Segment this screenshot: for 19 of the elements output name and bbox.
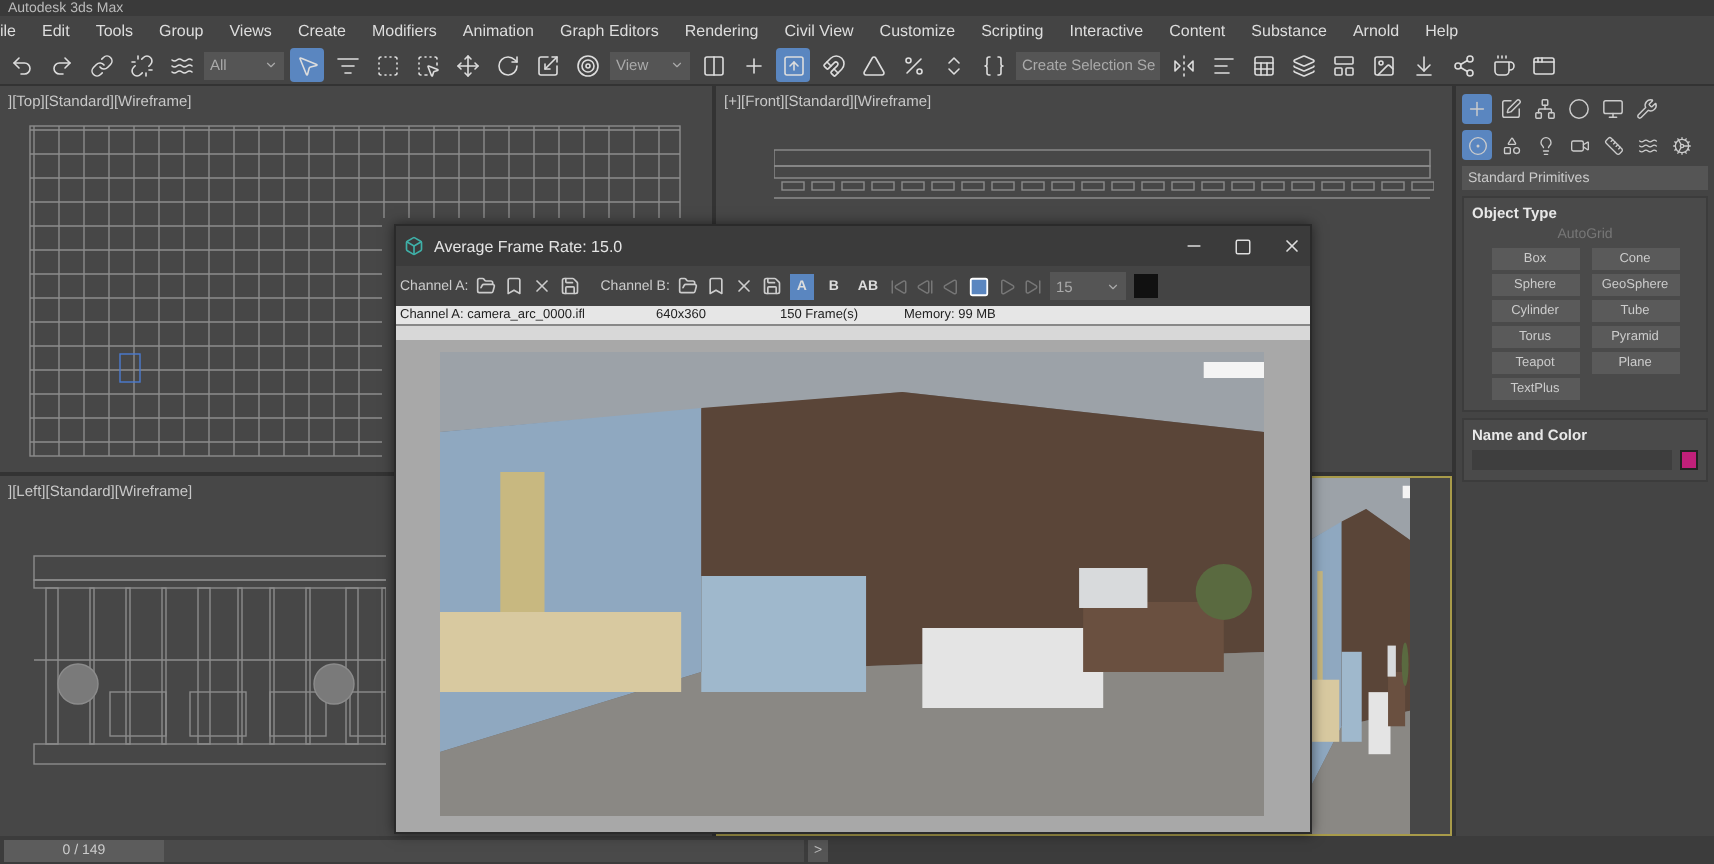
menu-item[interactable]: Tools bbox=[95, 22, 133, 40]
menu-item[interactable]: Edit bbox=[42, 22, 70, 40]
menu-item[interactable]: Content bbox=[1169, 22, 1226, 40]
menu-item[interactable]: Graph Editors bbox=[559, 22, 659, 40]
menu-item[interactable]: Customize bbox=[879, 22, 956, 40]
menu-item[interactable]: Interactive bbox=[1069, 22, 1144, 40]
menu-item[interactable]: Scripting bbox=[981, 22, 1044, 40]
menu-item[interactable]: Civil View bbox=[784, 22, 854, 40]
menu-item[interactable]: Group bbox=[159, 22, 204, 40]
menu-item[interactable]: Create bbox=[297, 22, 346, 40]
menu-item[interactable]: ile bbox=[0, 22, 17, 40]
menu-item[interactable]: Substance bbox=[1251, 22, 1327, 40]
window-title: Average Frame Rate: 15.0 bbox=[434, 237, 625, 255]
menu-item[interactable]: Modifiers bbox=[371, 22, 437, 40]
menu-item[interactable]: Animation bbox=[462, 22, 534, 40]
menu-item[interactable]: Arnold bbox=[1352, 22, 1400, 40]
menu-item[interactable]: Views bbox=[229, 22, 272, 40]
menu-item[interactable]: Help bbox=[1425, 22, 1459, 40]
menu-item[interactable]: Rendering bbox=[684, 22, 759, 40]
